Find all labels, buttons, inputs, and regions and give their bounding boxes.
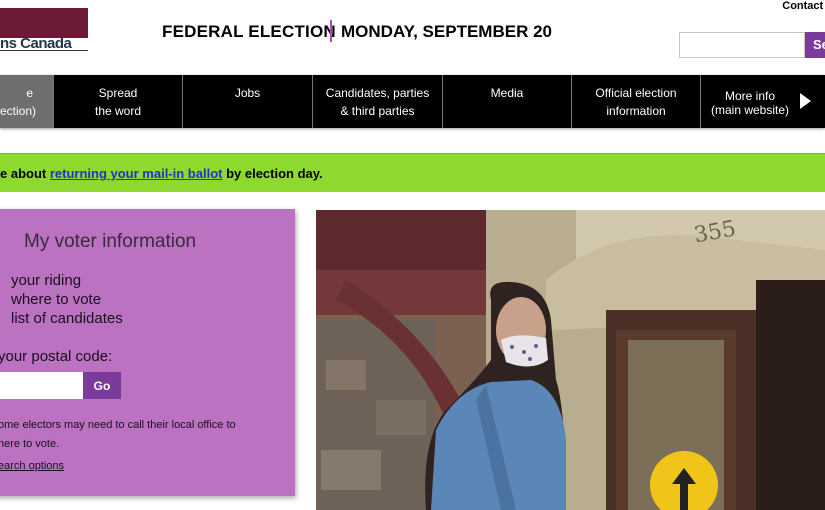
postal-code-input[interactable]: [0, 372, 83, 399]
hero-photo: 355: [316, 210, 825, 510]
nav-item-more-info[interactable]: More info (main website): [701, 75, 825, 128]
nav-item-election[interactable]: e ection): [0, 75, 54, 128]
nav-item-line1: Official election: [595, 86, 677, 100]
main-nav: e ection) Spread the word Jobs Candidate…: [0, 75, 825, 128]
nav-item-line2: information: [606, 104, 666, 118]
arrow-right-icon: [800, 93, 811, 109]
voter-photo-illustration: [316, 210, 825, 510]
site-search-button[interactable]: Se: [805, 32, 825, 58]
card-note: ome electors may need to call their loca…: [0, 416, 278, 454]
list-item: your riding: [11, 272, 82, 289]
card-note-line1: ome electors may need to call their loca…: [0, 419, 236, 431]
contact-link[interactable]: Contact u: [782, 0, 825, 12]
nav-item-line1: e: [26, 86, 33, 100]
nav-item-candidates-parties[interactable]: Candidates, parties & third parties: [313, 75, 443, 128]
card-title: My voter information: [24, 231, 197, 252]
logo-underline: [0, 50, 88, 51]
nav-item-line2: & third parties: [340, 104, 415, 118]
nav-item-line1: Spread: [98, 86, 138, 100]
election-date: MONDAY, SEPTEMBER 20: [341, 22, 552, 41]
nav-item-line2: the word: [94, 104, 142, 118]
logo-block[interactable]: [0, 8, 88, 38]
nav-item-line2: (main website): [710, 103, 790, 117]
go-button[interactable]: Go: [83, 372, 121, 399]
nav-item-line2: ection): [0, 104, 37, 118]
search-options-link[interactable]: earch options: [0, 460, 64, 472]
voter-info-list: your riding where to vote list of candid…: [11, 271, 123, 328]
notice-text-before: e about: [0, 166, 50, 181]
nav-item-line1: More info: [724, 89, 776, 103]
nav-item-official-election-information[interactable]: Official election information: [572, 75, 701, 128]
postal-code-label: your postal code:: [0, 348, 113, 365]
notice-banner: e about returning your mail-in ballot by…: [0, 153, 825, 192]
site-search-input[interactable]: [679, 32, 805, 58]
nav-item-jobs[interactable]: Jobs: [183, 75, 313, 128]
nav-item-line1: Candidates, parties: [325, 86, 430, 100]
list-item: list of candidates: [11, 310, 123, 327]
notice-text-after: by election day.: [222, 166, 323, 181]
nav-item-spread-the-word[interactable]: Spread the word: [54, 75, 183, 128]
mail-in-ballot-link[interactable]: returning your mail-in ballot: [50, 166, 223, 181]
voter-information-card: My voter information your riding where t…: [0, 209, 295, 496]
nav-item-media[interactable]: Media: [443, 75, 572, 128]
nav-item-line1: Jobs: [234, 86, 261, 100]
nav-item-line1: Media: [490, 86, 524, 100]
card-note-line2: here to vote.: [0, 438, 60, 450]
title-separator: [330, 20, 332, 42]
election-title: FEDERAL ELECTION: [162, 22, 336, 41]
list-item: where to vote: [11, 291, 102, 308]
